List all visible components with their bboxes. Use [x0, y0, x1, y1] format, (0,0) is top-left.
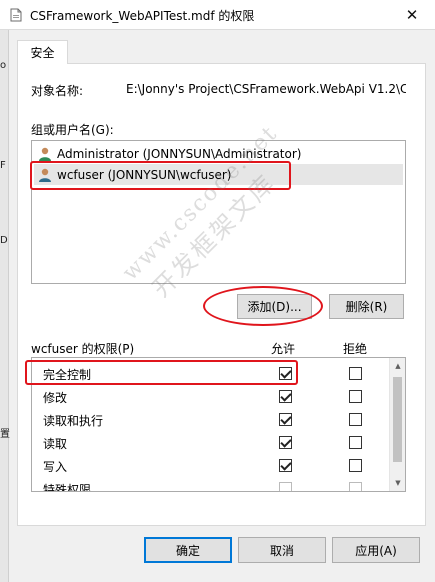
permission-row-modify: 修改	[32, 385, 390, 408]
scroll-thumb[interactable]	[393, 377, 402, 462]
background-text: D	[0, 235, 8, 246]
user-list[interactable]: Administrator (JONNYSUN\Administrator) w…	[31, 140, 406, 284]
permission-row-full-control: 完全控制	[32, 362, 390, 385]
tab-security[interactable]: 安全	[17, 40, 68, 64]
allow-checkbox[interactable]	[279, 436, 292, 449]
permission-row-read-execute: 读取和执行	[32, 408, 390, 431]
allow-checkbox[interactable]	[279, 413, 292, 426]
remove-button[interactable]: 删除(R)	[329, 294, 404, 319]
background-text: 置	[0, 429, 10, 440]
user-icon	[39, 168, 51, 182]
scroll-up-icon[interactable]: ▲	[390, 358, 405, 374]
scroll-down-icon[interactable]: ▼	[390, 475, 405, 491]
user-item-label: Administrator (JONNYSUN\Administrator)	[57, 146, 302, 161]
permission-name: 写入	[43, 460, 68, 474]
deny-checkbox[interactable]	[349, 459, 362, 472]
deny-column-header: 拒绝	[343, 342, 368, 356]
permission-row-special: 特殊权限	[32, 477, 390, 492]
apply-button-label: 应用(A)	[355, 543, 397, 558]
permissions-scrollbar[interactable]: ▲ ▼	[389, 358, 405, 491]
file-icon	[10, 8, 22, 22]
permission-row-read: 读取	[32, 431, 390, 454]
permission-name: 特殊权限	[43, 483, 92, 492]
background-window-edge: o F D 置	[0, 30, 10, 582]
permission-name: 读取和执行	[43, 414, 104, 428]
permission-name: 完全控制	[43, 368, 92, 382]
add-button[interactable]: 添加(D)...	[237, 294, 312, 319]
ok-button[interactable]: 确定	[144, 537, 232, 563]
deny-checkbox[interactable]	[349, 367, 362, 380]
group-user-label: 组或用户名(G):	[31, 123, 114, 137]
remove-button-label: 删除(R)	[345, 300, 388, 314]
title-bar: CSFramework_WebAPITest.mdf 的权限 ✕	[0, 0, 435, 30]
permission-name: 读取	[43, 437, 68, 451]
permissions-title: wcfuser 的权限(P)	[31, 342, 135, 356]
cancel-button-label: 取消	[269, 543, 294, 558]
allow-checkbox[interactable]	[279, 367, 292, 380]
apply-button[interactable]: 应用(A)	[332, 537, 420, 563]
user-item-wcfuser[interactable]: wcfuser (JONNYSUN\wcfuser)	[34, 164, 403, 185]
ok-button-label: 确定	[175, 543, 200, 558]
add-button-label: 添加(D)...	[247, 300, 302, 314]
background-text: o	[0, 60, 7, 71]
deny-checkbox[interactable]	[349, 436, 362, 449]
object-name-label: 对象名称:	[31, 84, 84, 98]
allow-checkbox[interactable]	[279, 390, 292, 403]
deny-checkbox[interactable]	[349, 413, 362, 426]
close-button[interactable]: ✕	[389, 0, 435, 30]
window-title: CSFramework_WebAPITest.mdf 的权限	[30, 9, 255, 23]
background-text: F	[0, 160, 6, 171]
allow-checkbox[interactable]	[279, 482, 292, 491]
close-icon: ✕	[405, 6, 419, 24]
allow-column-header: 允许	[271, 342, 296, 356]
cancel-button[interactable]: 取消	[238, 537, 326, 563]
permissions-table: 完全控制 修改 读取和执行 读取 写入 特殊权限 ▲ ▼	[31, 357, 406, 492]
user-item-label: wcfuser (JONNYSUN\wcfuser)	[57, 167, 232, 182]
user-item-administrator[interactable]: Administrator (JONNYSUN\Administrator)	[34, 143, 403, 164]
object-name-value: E:\Jonny's Project\CSFramework.WebApi V1…	[126, 82, 406, 96]
tab-label: 安全	[30, 46, 55, 60]
user-icon	[39, 147, 51, 161]
permission-name: 修改	[43, 391, 68, 405]
deny-checkbox[interactable]	[349, 482, 362, 491]
deny-checkbox[interactable]	[349, 390, 362, 403]
allow-checkbox[interactable]	[279, 459, 292, 472]
permission-row-write: 写入	[32, 454, 390, 477]
